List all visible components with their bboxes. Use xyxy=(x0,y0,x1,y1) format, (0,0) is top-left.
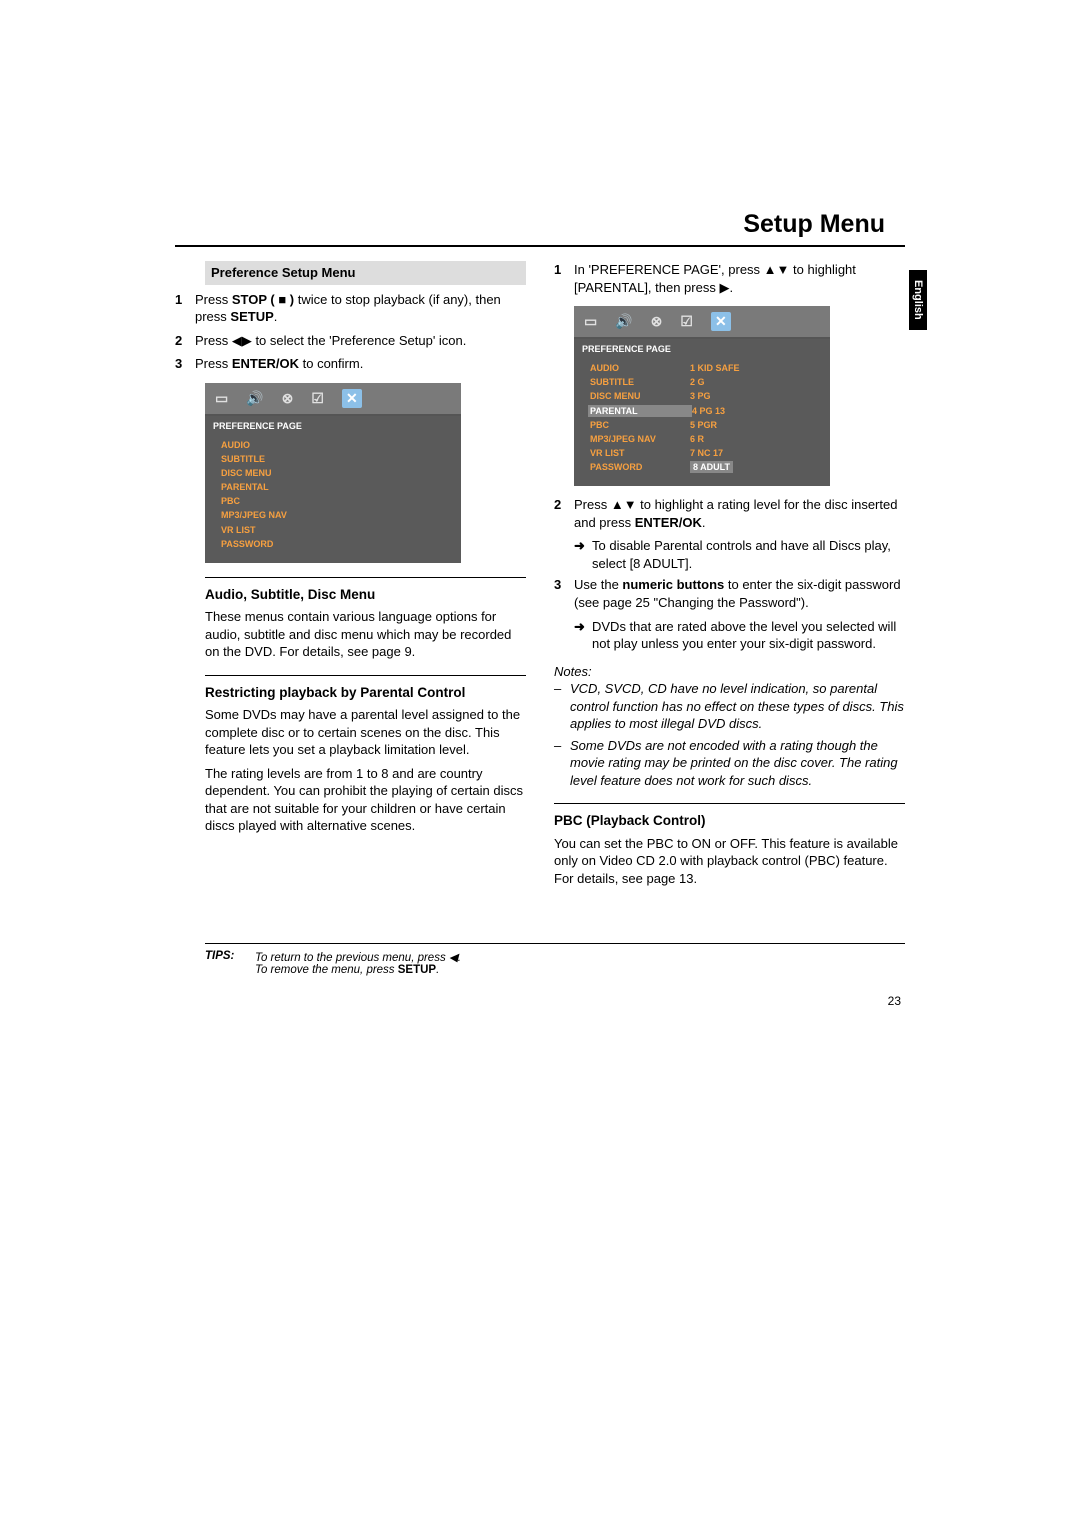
osd-item: SUBTITLE xyxy=(221,453,321,465)
audio-subtitle-heading: Audio, Subtitle, Disc Menu xyxy=(205,586,526,604)
osd-item: AUDIO xyxy=(221,439,321,451)
substep: ➜ DVDs that are rated above the level yo… xyxy=(574,618,905,653)
step-number: 3 xyxy=(554,576,574,611)
osd-header: PREFERENCE PAGE xyxy=(574,339,830,359)
steps-right-3: 3 Use the numeric buttons to enter the s… xyxy=(554,576,905,611)
osd-value: 1 KID SAFE xyxy=(690,362,740,374)
step-3: 3 Press ENTER/OK to confirm. xyxy=(175,355,526,373)
arrow-icon: ➜ xyxy=(574,618,592,653)
video-icon: ⊗ xyxy=(282,389,294,408)
step-number: 2 xyxy=(554,496,574,531)
substep-text: To disable Parental controls and have al… xyxy=(592,537,905,572)
osd-value-selected: 8 ADULT xyxy=(690,461,733,473)
general-icon: ▭ xyxy=(584,312,597,331)
steps-left: 1 Press STOP ( ■ ) twice to stop playbac… xyxy=(175,291,526,373)
preference-setup-header: Preference Setup Menu xyxy=(205,261,526,285)
tips-rule xyxy=(205,943,905,944)
osd-item: AUDIO xyxy=(590,362,690,374)
page-title: Setup Menu xyxy=(175,210,905,239)
general-icon: ▭ xyxy=(215,389,228,408)
steps-right-1: 1 In 'PREFERENCE PAGE', press ▲▼ to high… xyxy=(554,261,905,296)
substep: ➜ To disable Parental controls and have … xyxy=(574,537,905,572)
step-text: Use the numeric buttons to enter the six… xyxy=(574,576,905,611)
step-3: 3 Use the numeric buttons to enter the s… xyxy=(554,576,905,611)
osd-item: PARENTAL xyxy=(221,481,321,493)
substep-text: DVDs that are rated above the level you … xyxy=(592,618,905,653)
step-text: In 'PREFERENCE PAGE', press ▲▼ to highli… xyxy=(574,261,905,296)
step-text: Press ENTER/OK to confirm. xyxy=(195,355,363,373)
osd-item: MP3/JPEG NAV xyxy=(221,509,321,521)
arrow-icon: ➜ xyxy=(574,537,592,572)
step-text: Press STOP ( ■ ) twice to stop playback … xyxy=(195,291,526,326)
osd-header: PREFERENCE PAGE xyxy=(205,416,461,436)
note-item: –Some DVDs are not encoded with a rating… xyxy=(554,737,905,790)
tips-text: To return to the previous menu, press ◀.… xyxy=(255,950,461,976)
osd-value: 5 PGR xyxy=(690,419,717,431)
preference-icon: ☑ xyxy=(680,312,693,331)
osd-icon-row: ▭ 🔊 ⊗ ☑ ✕ xyxy=(205,383,461,416)
osd-item: PASSWORD xyxy=(221,538,321,550)
audio-subtitle-para: These menus contain various language opt… xyxy=(205,608,526,661)
step-2: 2 Press ◀▶ to select the 'Preference Set… xyxy=(175,332,526,350)
osd-item: DISC MENU xyxy=(590,390,690,402)
right-column: 1 In 'PREFERENCE PAGE', press ▲▼ to high… xyxy=(554,261,905,893)
osd-item: DISC MENU xyxy=(221,467,321,479)
steps-right-2: 2 Press ▲▼ to highlight a rating level f… xyxy=(554,496,905,531)
left-column: Preference Setup Menu 1 Press STOP ( ■ )… xyxy=(175,261,526,893)
osd-item: VR LIST xyxy=(221,524,321,536)
step-text: Press ▲▼ to highlight a rating level for… xyxy=(574,496,905,531)
osd-item: PBC xyxy=(590,419,690,431)
osd-value: 7 NC 17 xyxy=(690,447,723,459)
tips-label: TIPS: xyxy=(205,950,255,976)
parental-para-1: Some DVDs may have a parental level assi… xyxy=(205,706,526,759)
osd-value: 3 PG xyxy=(690,390,711,402)
language-tab: English xyxy=(909,270,927,330)
osd-value: 6 R xyxy=(690,433,704,445)
step-number: 3 xyxy=(175,355,195,373)
title-rule xyxy=(175,245,905,247)
dash-icon: – xyxy=(554,737,570,790)
osd-body: AUDIO1 KID SAFE SUBTITLE2 G DISC MENU3 P… xyxy=(574,359,830,486)
step-1: 1 Press STOP ( ■ ) twice to stop playbac… xyxy=(175,291,526,326)
osd-item: PASSWORD xyxy=(590,461,690,473)
notes-list: –VCD, SVCD, CD have no level indication,… xyxy=(554,680,905,789)
note-item: –VCD, SVCD, CD have no level indication,… xyxy=(554,680,905,733)
osd-preference-page-1: ▭ 🔊 ⊗ ☑ ✕ PREFERENCE PAGE AUDIO SUBTITLE… xyxy=(205,383,461,563)
osd-item-highlighted: PARENTAL xyxy=(588,405,692,417)
osd-value: 4 PG 13 xyxy=(692,405,725,417)
osd-item: PBC xyxy=(221,495,321,507)
close-icon: ✕ xyxy=(711,312,731,331)
osd-item: SUBTITLE xyxy=(590,376,690,388)
manual-page: Setup Menu English Preference Setup Menu… xyxy=(175,0,905,1008)
step-1: 1 In 'PREFERENCE PAGE', press ▲▼ to high… xyxy=(554,261,905,296)
audio-icon: 🔊 xyxy=(246,389,263,408)
osd-icon-row: ▭ 🔊 ⊗ ☑ ✕ xyxy=(574,306,830,339)
preference-icon: ☑ xyxy=(311,389,324,408)
osd-item: MP3/JPEG NAV xyxy=(590,433,690,445)
step-number: 1 xyxy=(175,291,195,326)
dash-icon: – xyxy=(554,680,570,733)
osd-body: AUDIO SUBTITLE DISC MENU PARENTAL PBC MP… xyxy=(205,436,461,563)
osd-item: VR LIST xyxy=(590,447,690,459)
parental-heading: Restricting playback by Parental Control xyxy=(205,684,526,702)
columns: Preference Setup Menu 1 Press STOP ( ■ )… xyxy=(175,261,905,893)
pbc-para: You can set the PBC to ON or OFF. This f… xyxy=(554,835,905,888)
step-number: 1 xyxy=(554,261,574,296)
osd-preference-page-2: ▭ 🔊 ⊗ ☑ ✕ PREFERENCE PAGE AUDIO1 KID SAF… xyxy=(574,306,830,486)
pbc-heading: PBC (Playback Control) xyxy=(554,812,905,830)
close-icon: ✕ xyxy=(342,389,362,408)
divider xyxy=(205,675,526,676)
page-number: 23 xyxy=(175,994,905,1008)
tips-block: TIPS: To return to the previous menu, pr… xyxy=(205,950,905,976)
step-2: 2 Press ▲▼ to highlight a rating level f… xyxy=(554,496,905,531)
step-text: Press ◀▶ to select the 'Preference Setup… xyxy=(195,332,466,350)
video-icon: ⊗ xyxy=(651,312,663,331)
osd-value: 2 G xyxy=(690,376,705,388)
parental-para-2: The rating levels are from 1 to 8 and ar… xyxy=(205,765,526,835)
audio-icon: 🔊 xyxy=(615,312,632,331)
divider xyxy=(554,803,905,804)
divider xyxy=(205,577,526,578)
step-number: 2 xyxy=(175,332,195,350)
notes-heading: Notes: xyxy=(554,663,905,681)
